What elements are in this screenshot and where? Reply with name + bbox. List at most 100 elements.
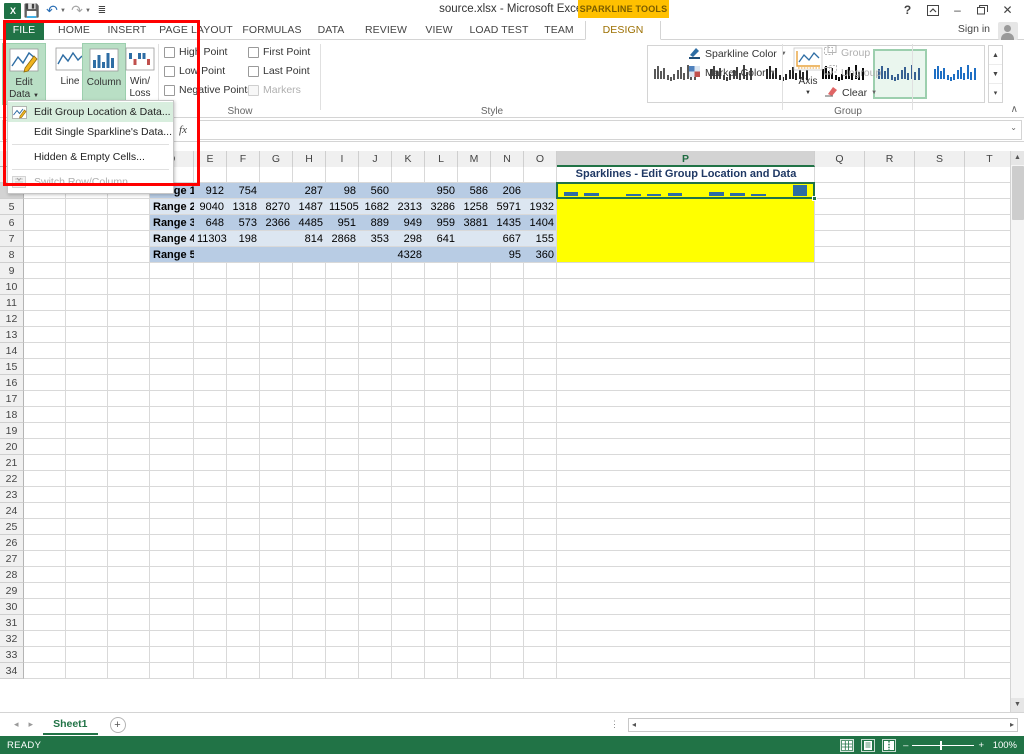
tab-team[interactable]: TEAM — [538, 21, 580, 40]
cell-value[interactable]: 1258 — [458, 199, 491, 215]
row-header-8[interactable]: 8 — [0, 247, 24, 263]
tab-data[interactable]: DATA — [310, 21, 352, 40]
style-thumb-6[interactable] — [929, 49, 983, 99]
row-header-31[interactable]: 31 — [0, 615, 24, 631]
cell-value[interactable]: 1435 — [491, 215, 524, 231]
cell-value[interactable]: 3881 — [458, 215, 491, 231]
vertical-scrollbar[interactable]: ▲ ▼ — [1010, 151, 1024, 712]
row-header-30[interactable]: 30 — [0, 599, 24, 615]
menu-item-hidden-empty-cells[interactable]: Hidden & Empty Cells... — [8, 147, 173, 167]
column-header-j[interactable]: J — [359, 151, 392, 167]
horizontal-scrollbar[interactable]: ◂ ▸ — [628, 717, 1018, 732]
axis-chevron-down-icon[interactable]: ▼ — [805, 88, 811, 99]
scroll-down-icon[interactable]: ▼ — [1011, 698, 1024, 712]
tab-insert[interactable]: INSERT — [102, 21, 152, 40]
cell-value[interactable]: 950 — [425, 183, 458, 199]
winloss-sparkline-button[interactable]: Win/ Loss — [118, 43, 162, 105]
column-header-l[interactable]: L — [425, 151, 458, 167]
style-gallery-scroll[interactable]: ▲ ▼ ▾ — [988, 45, 1003, 103]
cell-value[interactable]: 573 — [227, 215, 260, 231]
cell-value[interactable]: 11505 — [326, 199, 359, 215]
help-icon[interactable]: ? — [895, 1, 920, 19]
ribbon-display-options-icon[interactable] — [920, 1, 945, 19]
zoom-in-button[interactable]: + — [978, 740, 984, 751]
column-header-m[interactable]: M — [458, 151, 491, 167]
column-header-t[interactable]: T — [965, 151, 1015, 167]
close-icon[interactable]: ✕ — [995, 1, 1020, 19]
cell-value[interactable]: 648 — [194, 215, 227, 231]
row-header-33[interactable]: 33 — [0, 647, 24, 663]
cell-value[interactable]: 155 — [524, 231, 557, 247]
row-header-25[interactable]: 25 — [0, 519, 24, 535]
cell-value[interactable]: 586 — [458, 183, 491, 199]
zoom-thumb[interactable] — [940, 740, 943, 750]
row-header-15[interactable]: 15 — [0, 359, 24, 375]
cell-value[interactable]: 1932 — [524, 199, 557, 215]
row-header-5[interactable]: 5 — [0, 199, 24, 215]
cell-value[interactable]: 298 — [392, 231, 425, 247]
restore-icon[interactable] — [970, 1, 995, 19]
sheet-next-icon[interactable]: ▸ — [29, 719, 34, 730]
row-header-9[interactable]: 9 — [0, 263, 24, 279]
cell-value[interactable]: 1404 — [524, 215, 557, 231]
row-header-27[interactable]: 27 — [0, 551, 24, 567]
cell-value[interactable]: 1487 — [293, 199, 326, 215]
cell-value[interactable]: 8270 — [260, 199, 293, 215]
column-header-p[interactable]: P — [557, 151, 815, 167]
cell-value[interactable]: 5971 — [491, 199, 524, 215]
collapse-ribbon-icon[interactable]: ∧ — [1011, 104, 1018, 115]
style-scroll-up-icon[interactable]: ▲ — [989, 46, 1002, 65]
cell-value[interactable]: 667 — [491, 231, 524, 247]
vertical-scroll-thumb[interactable] — [1011, 166, 1024, 220]
page-layout-view-icon[interactable] — [861, 738, 876, 752]
cell-value[interactable]: 198 — [227, 231, 260, 247]
cell-value[interactable]: 754 — [227, 183, 260, 199]
sheet-tab-sheet1[interactable]: Sheet1 — [43, 715, 98, 735]
row-header-6[interactable]: 6 — [0, 215, 24, 231]
row-header-19[interactable]: 19 — [0, 423, 24, 439]
row-header-22[interactable]: 22 — [0, 471, 24, 487]
row-header-24[interactable]: 24 — [0, 503, 24, 519]
column-header-q[interactable]: Q — [815, 151, 865, 167]
cell-value[interactable]: 560 — [359, 183, 392, 199]
expand-formula-bar-icon[interactable]: ⌄ — [1010, 123, 1017, 132]
row-header-11[interactable]: 11 — [0, 295, 24, 311]
row-header-10[interactable]: 10 — [0, 279, 24, 295]
formula-input[interactable]: ⌄ — [198, 119, 1022, 140]
scroll-up-icon[interactable]: ▲ — [1011, 151, 1024, 165]
marker-color-chevron-down-icon[interactable]: ▼ — [770, 70, 776, 76]
column-header-k[interactable]: K — [392, 151, 425, 167]
cell-value[interactable]: 9040 — [194, 199, 227, 215]
clear-chevron-down-icon[interactable]: ▼ — [871, 90, 877, 96]
tab-home[interactable]: HOME — [50, 21, 98, 40]
row-header-34[interactable]: 34 — [0, 663, 24, 679]
cell-value[interactable]: 206 — [491, 183, 524, 199]
clear-button[interactable]: Clear ▼ — [824, 85, 877, 100]
tab-page-layout[interactable]: PAGE LAYOUT — [156, 21, 236, 40]
sign-in-link[interactable]: Sign in — [958, 23, 990, 35]
checkbox-negative-points[interactable]: Negative Points — [164, 84, 253, 96]
row-header-7[interactable]: 7 — [0, 231, 24, 247]
cell-value[interactable]: 912 — [194, 183, 227, 199]
cell-value[interactable]: 814 — [293, 231, 326, 247]
page-break-view-icon[interactable] — [882, 738, 897, 752]
cell-range-label[interactable]: Range 4 — [150, 231, 194, 247]
row-header-23[interactable]: 23 — [0, 487, 24, 503]
row-header-16[interactable]: 16 — [0, 375, 24, 391]
cell-range-label[interactable]: Range 5 — [150, 247, 194, 263]
hscroll-right-icon[interactable]: ▸ — [1007, 720, 1017, 729]
row-header-12[interactable]: 12 — [0, 311, 24, 327]
avatar[interactable] — [998, 22, 1018, 40]
cell-value[interactable]: 4485 — [293, 215, 326, 231]
cell-value[interactable]: 641 — [425, 231, 458, 247]
sheet-nav-arrows[interactable]: ◂ ▸ — [14, 719, 33, 730]
checkbox-first-point[interactable]: First Point — [248, 46, 310, 58]
menu-item-edit-group-location-data[interactable]: Edit Group Location & Data... — [8, 102, 173, 122]
cell-value[interactable]: 1318 — [227, 199, 260, 215]
row-header-17[interactable]: 17 — [0, 391, 24, 407]
checkbox-high-point[interactable]: High Point — [164, 46, 227, 58]
column-header-e[interactable]: E — [194, 151, 227, 167]
cell-value[interactable]: 889 — [359, 215, 392, 231]
style-more-icon[interactable]: ▾ — [989, 84, 1002, 102]
column-header-o[interactable]: O — [524, 151, 557, 167]
